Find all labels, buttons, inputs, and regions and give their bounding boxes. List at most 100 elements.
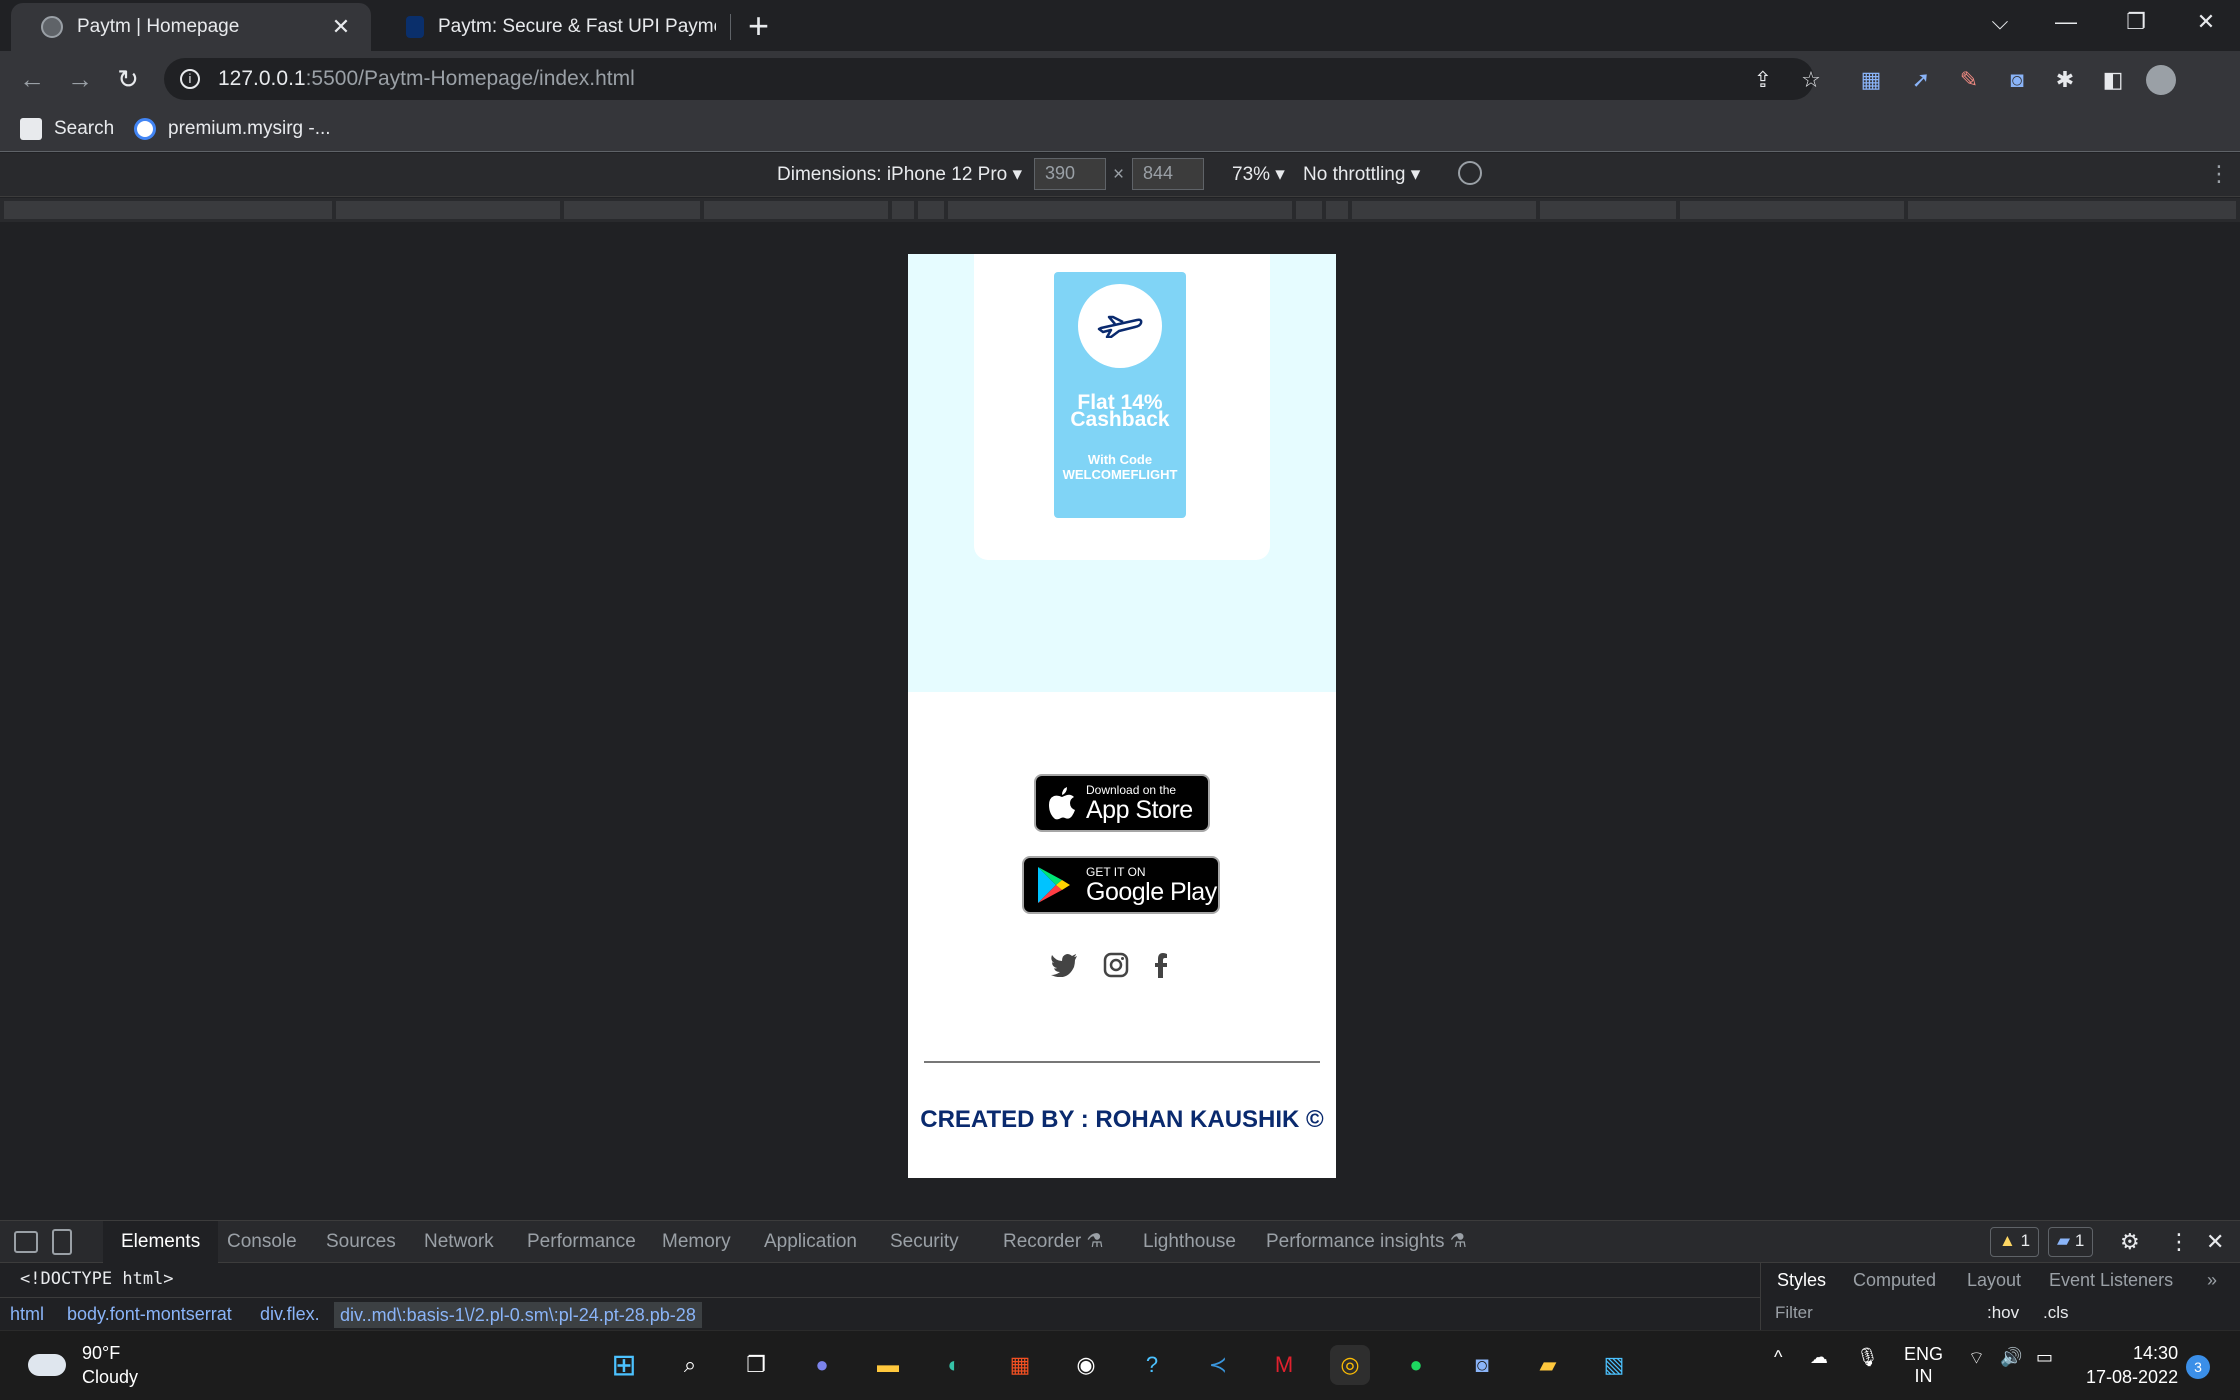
breadcrumb-body[interactable]: body.font-montserrat — [67, 1304, 232, 1325]
close-tab-icon[interactable]: ✕ — [331, 14, 351, 40]
task-view-icon[interactable]: ❐ — [736, 1345, 776, 1385]
close-devtools-icon[interactable]: ✕ — [2206, 1221, 2224, 1263]
bookmark-label: premium.mysirg -... — [168, 118, 331, 139]
tab-event-listeners[interactable]: Event Listeners — [2049, 1263, 2173, 1297]
start-button[interactable]: ⊞ — [604, 1345, 644, 1385]
bookmark-premium-mysirg[interactable]: premium.mysirg -... — [134, 114, 331, 144]
notification-badge[interactable]: 3 — [2186, 1355, 2210, 1379]
store-icon[interactable]: ▦ — [1000, 1345, 1040, 1385]
tab-styles[interactable]: Styles — [1761, 1263, 1843, 1297]
github-icon[interactable]: ◉ — [1066, 1345, 1106, 1385]
folder-icon[interactable]: ▰ — [1528, 1345, 1568, 1385]
google-play-button[interactable]: GET IT ON Google Play — [1022, 856, 1220, 914]
tab-elements[interactable]: Elements — [103, 1221, 219, 1263]
site-info-icon[interactable]: i — [180, 69, 200, 89]
extension-icon[interactable]: ▦ — [1856, 65, 1886, 95]
forward-button[interactable]: → — [62, 61, 98, 97]
onedrive-icon[interactable]: ☁ — [1810, 1347, 1828, 1368]
google-play-big: Google Play — [1086, 877, 1217, 906]
bookmark-search[interactable]: Search — [20, 114, 114, 144]
tab-memory[interactable]: Memory — [662, 1221, 731, 1263]
more-tabs-icon[interactable]: » — [2207, 1263, 2217, 1297]
doctype-node[interactable]: <!DOCTYPE html> — [20, 1269, 174, 1289]
cursor-extension-icon[interactable]: ➚ — [1906, 65, 1936, 95]
spotify-icon[interactable]: ● — [1396, 1345, 1436, 1385]
back-button[interactable]: ← — [14, 61, 50, 97]
profile-avatar[interactable] — [2146, 65, 2176, 95]
close-window-button[interactable]: ✕ — [2174, 0, 2238, 44]
settings-gear-icon[interactable]: ⚙ — [2120, 1221, 2140, 1263]
tab-console[interactable]: Console — [227, 1221, 297, 1263]
teams-icon[interactable]: ● — [802, 1345, 842, 1385]
system-clock[interactable]: 14:30 17-08-2022 — [2086, 1341, 2178, 1389]
cls-toggle[interactable]: .cls — [2043, 1303, 2069, 1323]
tab-security[interactable]: Security — [890, 1221, 959, 1263]
minimize-button[interactable]: — — [2034, 0, 2098, 44]
rotate-icon[interactable] — [1458, 161, 1482, 185]
breadcrumb-html[interactable]: html — [10, 1304, 44, 1325]
photos-icon[interactable]: ▧ — [1594, 1345, 1634, 1385]
device-dimensions-select[interactable]: Dimensions: iPhone 12 Pro ▾ — [777, 163, 1022, 186]
tab-sources[interactable]: Sources — [326, 1221, 396, 1263]
vscode-icon[interactable]: ≺ — [1198, 1345, 1238, 1385]
side-panel-icon[interactable]: ◧ — [2098, 65, 2128, 95]
more-options-icon[interactable]: ⋮ — [2208, 161, 2230, 187]
tab-lighthouse[interactable]: Lighthouse — [1143, 1221, 1236, 1263]
facebook-icon[interactable] — [1146, 950, 1176, 980]
tab-paytm-secure[interactable]: Paytm: Secure & Fast UPI Paymen — [376, 3, 736, 51]
tab-recorder[interactable]: Recorder ⚗ — [1003, 1221, 1103, 1263]
bookmark-star-icon[interactable]: ☆ — [1796, 65, 1826, 95]
breadcrumb-selected-div[interactable]: div..md\:basis-1\/2.pl-0.sm\:pl-24.pt-28… — [334, 1302, 702, 1328]
tab-application[interactable]: Application — [764, 1221, 857, 1263]
edge-icon[interactable]: ◐ — [934, 1345, 974, 1385]
devtools-menu-icon[interactable]: ⋮ — [2168, 1221, 2190, 1263]
reload-button[interactable]: ↻ — [110, 61, 146, 97]
puzzle-icon[interactable]: ✱ — [2050, 65, 2080, 95]
warnings-badge[interactable]: ▲ 1 — [1990, 1227, 2040, 1257]
chrome-icon[interactable]: ◎ — [1330, 1345, 1370, 1385]
restore-button[interactable]: ❐ — [2104, 0, 2168, 44]
messages-badge[interactable]: ▰ 1 — [2048, 1227, 2094, 1257]
search-icon[interactable]: ⌕ — [670, 1345, 710, 1385]
throttling-select[interactable]: No throttling ▾ — [1303, 163, 1420, 186]
mcafee-icon[interactable]: M — [1264, 1345, 1304, 1385]
new-tab-button[interactable]: + — [748, 6, 769, 46]
inspect-element-icon[interactable] — [14, 1231, 38, 1253]
tab-computed[interactable]: Computed — [1853, 1263, 1936, 1297]
device-toolbar-icon[interactable] — [52, 1229, 72, 1255]
tab-layout[interactable]: Layout — [1967, 1263, 2021, 1297]
file-explorer-icon[interactable]: ▬ — [868, 1345, 908, 1385]
flight-offer-tile[interactable]: Flat 14% Cashback With Code WELCOMEFLIGH… — [1054, 272, 1186, 518]
breadcrumb-div-flex[interactable]: div.flex. — [260, 1304, 320, 1325]
device-width-input[interactable]: 390 — [1034, 158, 1106, 190]
tab-performance-insights[interactable]: Performance insights ⚗ — [1266, 1221, 1467, 1263]
screen-capture-icon[interactable]: ◙ — [2002, 65, 2032, 95]
media-query-bar[interactable] — [0, 198, 2240, 222]
battery-icon[interactable]: ▭ — [2036, 1347, 2053, 1368]
share-icon[interactable]: ⇪ — [1748, 65, 1778, 95]
address-bar[interactable]: i 127.0.0.1:5500/Paytm-Homepage/index.ht… — [164, 58, 1814, 100]
help-icon[interactable]: ? — [1132, 1345, 1172, 1385]
screen-recorder-icon[interactable]: ◙ — [1462, 1345, 1502, 1385]
tray-overflow-icon[interactable]: ^ — [1774, 1347, 1782, 1368]
microphone-icon[interactable]: 🎙 — [1856, 1347, 1879, 1368]
wifi-icon[interactable]: ⌔ — [1968, 1347, 1985, 1370]
app-store-small: Download on the — [1086, 782, 1177, 797]
styles-filter-input[interactable]: Filter — [1775, 1303, 1813, 1323]
volume-icon[interactable]: 🔊 — [2000, 1347, 2022, 1368]
zoom-select[interactable]: 73% ▾ — [1232, 163, 1285, 186]
tab-performance[interactable]: Performance — [527, 1221, 636, 1263]
language-indicator[interactable]: ENG IN — [1904, 1343, 1943, 1387]
tab-strip: Paytm | Homepage ✕ Paytm: Secure & Fast … — [0, 0, 2240, 51]
tab-paytm-homepage[interactable]: Paytm | Homepage ✕ — [11, 3, 371, 51]
tab-network[interactable]: Network — [424, 1221, 494, 1263]
instagram-icon[interactable] — [1101, 950, 1131, 980]
device-height-input[interactable]: 844 — [1132, 158, 1204, 190]
footer-divider — [924, 1061, 1320, 1063]
app-store-button[interactable]: Download on the App Store — [1034, 774, 1210, 832]
hov-toggle[interactable]: :hov — [1987, 1303, 2019, 1323]
color-picker-icon[interactable]: ✎ — [1954, 65, 1984, 95]
twitter-icon[interactable] — [1049, 950, 1079, 980]
weather-widget[interactable]: 90°F Cloudy — [28, 1341, 138, 1389]
tab-search-icon[interactable]: ⌵ — [1968, 0, 2032, 44]
